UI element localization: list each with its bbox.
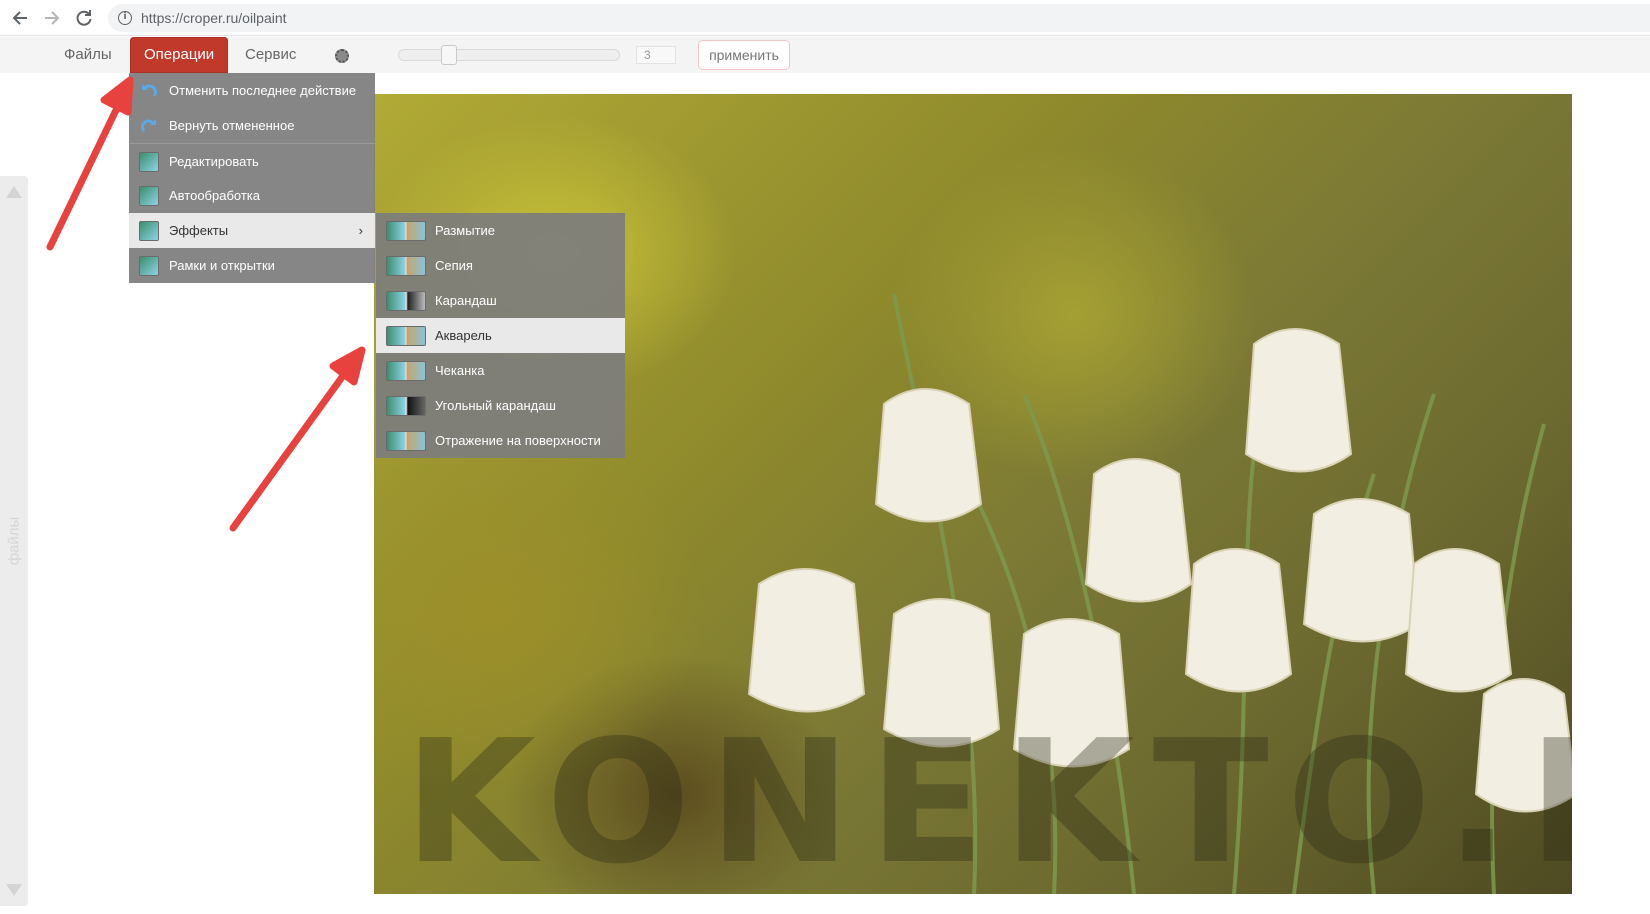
menu-item-label: Автообработка (169, 188, 261, 203)
effect-item-blur[interactable]: Размытие (376, 213, 625, 248)
effects-icon (139, 221, 159, 241)
effect-item-watercolor[interactable]: Акварель (376, 318, 625, 353)
menu-item-effects[interactable]: Эффекты › (129, 213, 375, 248)
scroll-up-icon[interactable] (6, 186, 22, 198)
menu-item-label: Чеканка (435, 363, 485, 378)
address-bar[interactable]: i https://croper.ru/oilpaint (108, 4, 1650, 32)
effects-submenu: Размытие Сепия Карандаш Акварель Чеканка… (376, 213, 625, 458)
effect-item-emboss[interactable]: Чеканка (376, 353, 625, 388)
tab-operations[interactable]: Операции (130, 37, 229, 73)
chevron-right-icon: › (358, 223, 363, 238)
menu-item-label: Отменить последнее действие (169, 83, 357, 98)
app-toolbar: Файлы Операции Сервис 3 применить (0, 37, 1650, 73)
menu-item-label: Угольный карандаш (435, 398, 556, 413)
apply-button[interactable]: применить (698, 40, 790, 70)
undo-icon (139, 81, 159, 101)
menu-item-auto-process[interactable]: Автообработка (129, 178, 375, 213)
info-icon[interactable]: i (118, 11, 132, 25)
emboss-icon (386, 361, 426, 381)
back-icon[interactable] (8, 6, 32, 30)
effect-item-sepia[interactable]: Сепия (376, 248, 625, 283)
side-panel-label: файлы (5, 516, 23, 566)
tab-files[interactable]: Файлы (64, 37, 112, 73)
arrowhead-operations-icon (100, 76, 134, 116)
menu-item-label: Эффекты (169, 223, 229, 238)
slider-handle[interactable] (441, 45, 457, 65)
settings-gear-icon[interactable] (335, 49, 349, 63)
reload-icon[interactable] (72, 6, 96, 30)
menu-item-frames[interactable]: Рамки и открытки (129, 248, 375, 283)
menu-item-label: Рамки и открытки (169, 258, 275, 273)
url-text: https://croper.ru/oilpaint (141, 10, 287, 26)
effect-item-pencil[interactable]: Карандаш (376, 283, 625, 318)
menu-item-label: Редактировать (169, 154, 259, 169)
edit-image-icon (139, 152, 159, 172)
tab-service[interactable]: Сервис (245, 37, 296, 73)
menu-item-label: Вернуть отмененное (169, 118, 295, 133)
arrowhead-watercolor-icon (329, 346, 366, 386)
effect-item-charcoal[interactable]: Угольный карандаш (376, 388, 625, 423)
menu-item-label: Сепия (435, 258, 473, 273)
menu-item-edit[interactable]: Редактировать (129, 143, 375, 178)
menu-item-label: Отражение на поверхности (435, 433, 601, 448)
watercolor-icon (386, 326, 426, 346)
menu-item-label: Карандаш (435, 293, 497, 308)
menu-item-redo[interactable]: Вернуть отмененное (129, 108, 375, 143)
arrow-to-watercolor (229, 369, 349, 532)
intensity-value-field[interactable]: 3 (636, 46, 676, 64)
sepia-icon (386, 256, 426, 276)
browser-toolbar: i https://croper.ru/oilpaint (0, 0, 1650, 36)
menu-item-undo[interactable]: Отменить последнее действие (129, 73, 375, 108)
redo-icon (139, 116, 159, 136)
arrow-to-operations (46, 102, 122, 251)
files-side-panel[interactable]: файлы (0, 176, 28, 906)
operations-menu: Отменить последнее действие Вернуть отме… (129, 73, 375, 283)
effect-item-reflection[interactable]: Отражение на поверхности (376, 423, 625, 458)
menu-item-label: Размытие (435, 223, 496, 238)
blur-icon (386, 221, 426, 241)
intensity-slider[interactable] (398, 49, 620, 61)
reflection-icon (386, 431, 426, 451)
auto-process-icon (139, 186, 159, 206)
frames-icon (139, 256, 159, 276)
pencil-icon (386, 291, 426, 311)
watermark-text: KONEKTO.RU (404, 704, 1572, 894)
menu-item-label: Акварель (435, 328, 492, 343)
forward-icon[interactable] (40, 6, 64, 30)
charcoal-icon (386, 396, 426, 416)
scroll-down-icon[interactable] (6, 884, 22, 896)
